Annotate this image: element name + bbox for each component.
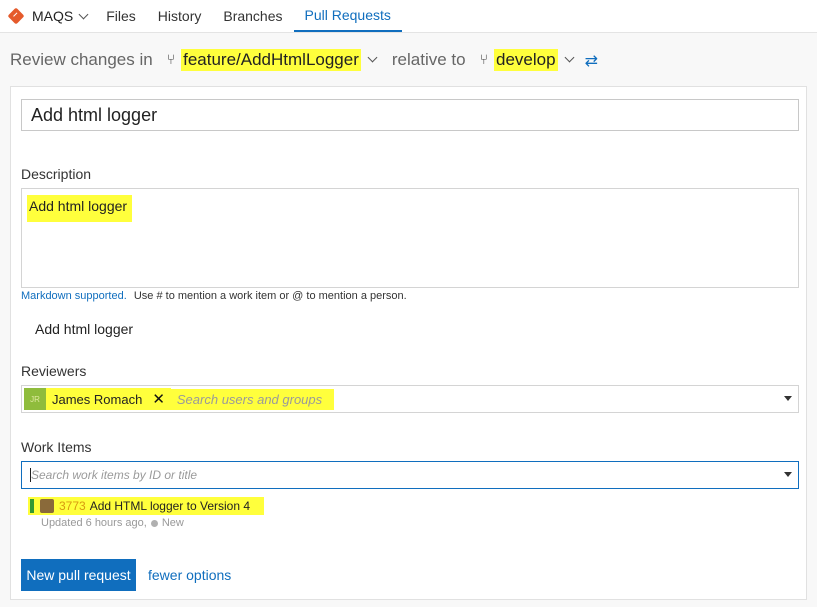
new-pull-request-button[interactable]: New pull request — [21, 559, 136, 591]
relative-to-text: relative to — [391, 50, 466, 69]
tab-branches[interactable]: Branches — [212, 0, 293, 32]
reviewers-label: Reviewers — [21, 363, 87, 379]
description-textarea[interactable]: Add html logger — [21, 188, 799, 288]
markdown-hint: Use # to mention a work item or @ to men… — [133, 290, 407, 302]
pull-request-form: Add html logger Description Add html log… — [10, 86, 807, 600]
markdown-supported-link[interactable]: Markdown supported. — [21, 290, 127, 302]
reviewers-search-input[interactable]: Search users and groups — [170, 388, 335, 410]
tab-pull-requests[interactable]: Pull Requests — [293, 0, 402, 32]
chevron-down-icon[interactable] — [367, 52, 378, 63]
title-input[interactable]: Add html logger — [21, 99, 799, 131]
repo-selector[interactable]: MAQS — [0, 0, 95, 32]
work-item-state: New — [161, 517, 184, 529]
work-items-placeholder: Search work items by ID or title — [31, 468, 198, 482]
state-dot-icon — [150, 519, 158, 527]
markdown-hint-row: Markdown supported. Use # to mention a w… — [21, 290, 407, 302]
branch-icon: ⑂ — [166, 52, 176, 68]
target-branch-selector[interactable]: develop — [494, 49, 558, 71]
work-item-id: 3773 — [59, 499, 86, 513]
work-item-title: Add HTML logger to Version 4 — [89, 499, 251, 513]
review-prefix: Review changes in — [10, 50, 153, 69]
review-changes-row: Review changes in ⑂ feature/AddHtmlLogge… — [10, 46, 598, 74]
reviewer-name: James Romach — [52, 391, 143, 407]
work-items-label: Work Items — [21, 439, 92, 455]
source-branch-selector[interactable]: feature/AddHtmlLogger — [181, 49, 361, 71]
work-item-updated: Updated 6 hours ago, — [41, 517, 147, 529]
chevron-down-icon — [78, 9, 89, 19]
chevron-down-icon[interactable] — [564, 52, 575, 63]
branch-icon: ⑂ — [479, 52, 488, 68]
tab-files[interactable]: Files — [95, 0, 147, 32]
reviewer-chip: JR James Romach ✕ — [24, 388, 171, 410]
work-item-meta: Updated 6 hours ago, New — [41, 517, 184, 529]
description-label: Description — [21, 166, 92, 182]
fewer-options-link[interactable]: fewer options — [148, 567, 231, 583]
avatar — [40, 499, 54, 513]
reviewers-field[interactable]: JR James Romach ✕ Search users and group… — [21, 385, 799, 413]
tab-history[interactable]: History — [147, 0, 213, 32]
work-items-search-input[interactable]: Search work items by ID or title — [21, 461, 799, 489]
swap-branches-icon[interactable]: ⇄ — [585, 51, 598, 70]
dropdown-caret-icon[interactable] — [784, 472, 792, 477]
git-repo-icon — [7, 7, 25, 25]
description-preview: Add html logger — [35, 321, 134, 337]
description-text: Add html logger — [27, 195, 133, 222]
repo-name: MAQS — [32, 8, 74, 24]
avatar: JR — [24, 388, 46, 410]
work-item-link[interactable]: 3773 Add HTML logger to Version 4 — [28, 497, 264, 515]
top-navigation: MAQS Files History Branches Pull Request… — [0, 0, 817, 33]
dropdown-caret-icon[interactable] — [784, 396, 792, 401]
work-item-type-bar — [30, 499, 34, 513]
close-icon[interactable]: ✕ — [152, 390, 165, 408]
